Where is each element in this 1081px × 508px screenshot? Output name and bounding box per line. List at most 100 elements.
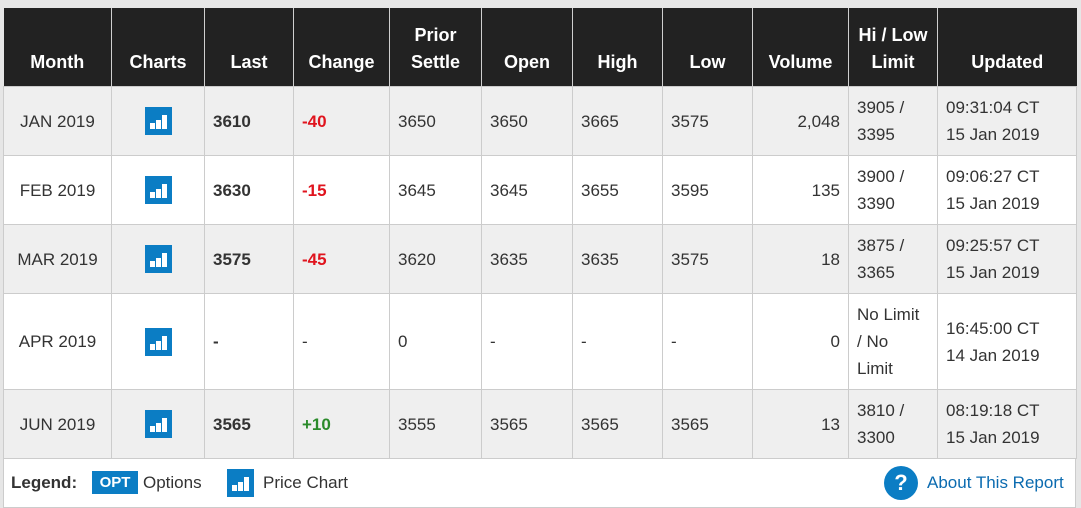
updated-time: 09:06:27 CT — [946, 167, 1040, 186]
bar-chart-icon[interactable] — [144, 410, 172, 439]
cell-high: - — [572, 293, 663, 390]
header-row: Month Charts Last Change Prior Settle Ope… — [3, 8, 1077, 87]
cell-month: FEB 2019 — [3, 155, 112, 225]
options-badge-icon: OPT — [92, 471, 138, 494]
table-row: APR 2019 - - 0 - - - 0 No Limit / No Limit… — [3, 293, 1077, 390]
cell-prior-settle: 3620 — [389, 224, 482, 294]
cell-last: 3630 — [204, 155, 294, 225]
cell-chart — [111, 293, 205, 390]
limit-line1: Hi / Low — [858, 25, 928, 45]
cell-change: -45 — [293, 224, 390, 294]
help-icon[interactable]: ? — [884, 466, 918, 500]
limit-hi: No Limit — [857, 305, 920, 324]
bar-chart-icon[interactable] — [144, 176, 172, 205]
col-header-volume: Volume — [752, 8, 849, 87]
updated-date: 15 Jan 2019 — [946, 194, 1040, 213]
cell-volume: 18 — [752, 224, 849, 294]
col-header-open: Open — [481, 8, 573, 87]
cell-chart — [111, 155, 205, 225]
cell-last: - — [204, 293, 294, 390]
legend-bar: Legend: OPT Options Price Chart ? About … — [3, 459, 1076, 508]
cell-limit: 3875 / 3365 — [848, 224, 938, 294]
updated-time: 09:25:57 CT — [946, 236, 1040, 255]
updated-date: 15 Jan 2019 — [946, 125, 1040, 144]
cell-limit: No Limit / No Limit — [848, 293, 938, 390]
cell-chart — [111, 86, 205, 156]
cell-low: 3575 — [662, 224, 753, 294]
limit-hi: 3875 / — [857, 236, 905, 255]
col-header-high: High — [572, 8, 663, 87]
cell-high: 3565 — [572, 389, 663, 459]
cell-volume: 13 — [752, 389, 849, 459]
cell-last: 3565 — [204, 389, 294, 459]
cell-volume: 0 — [752, 293, 849, 390]
cell-last: 3575 — [204, 224, 294, 294]
cell-change: +10 — [293, 389, 390, 459]
limit-low: 3300 — [857, 428, 895, 447]
limit-hi: 3900 / — [857, 167, 905, 186]
cell-limit: 3905 / 3395 — [848, 86, 938, 156]
cell-low: 3595 — [662, 155, 753, 225]
cell-prior-settle: 0 — [389, 293, 482, 390]
cell-open: 3635 — [481, 224, 573, 294]
cell-volume: 135 — [752, 155, 849, 225]
cell-low: 3575 — [662, 86, 753, 156]
limit-low: Limit — [857, 359, 893, 378]
cell-high: 3665 — [572, 86, 663, 156]
cell-month: APR 2019 — [3, 293, 112, 390]
limit-sep: / No — [857, 332, 889, 351]
cell-updated: 16:45:00 CT 14 Jan 2019 — [937, 293, 1077, 390]
cell-month: MAR 2019 — [3, 224, 112, 294]
limit-low: 3395 — [857, 125, 895, 144]
cell-last: 3610 — [204, 86, 294, 156]
cell-prior-settle: 3555 — [389, 389, 482, 459]
limit-low: 3365 — [857, 263, 895, 282]
col-header-charts: Charts — [111, 8, 205, 87]
cell-month: JUN 2019 — [3, 389, 112, 459]
col-header-limit: Hi / Low Limit — [848, 8, 938, 87]
cell-prior-settle: 3650 — [389, 86, 482, 156]
updated-date: 14 Jan 2019 — [946, 345, 1040, 365]
table-row: FEB 2019 3630 -15 3645 3645 3655 3595 13… — [3, 155, 1077, 225]
cell-limit: 3900 / 3390 — [848, 155, 938, 225]
cell-month: JAN 2019 — [3, 86, 112, 156]
table-row: JUN 2019 3565 +10 3555 3565 3565 3565 13… — [3, 389, 1077, 459]
cell-updated: 09:31:04 CT 15 Jan 2019 — [937, 86, 1077, 156]
cell-open: 3645 — [481, 155, 573, 225]
cell-updated: 09:25:57 CT 15 Jan 2019 — [937, 224, 1077, 294]
updated-time: 16:45:00 CT — [946, 318, 1040, 338]
col-header-prior-settle: Prior Settle — [389, 8, 482, 87]
cell-open: 3565 — [481, 389, 573, 459]
updated-date: 15 Jan 2019 — [946, 428, 1040, 447]
updated-time: 09:31:04 CT — [946, 98, 1040, 117]
cell-updated: 08:19:18 CT 15 Jan 2019 — [937, 389, 1077, 459]
prior-settle-line1: Prior — [414, 25, 457, 45]
limit-hi: 3810 / — [857, 401, 905, 420]
bar-chart-icon[interactable] — [144, 107, 172, 136]
legend-price-chart-label: Price Chart — [263, 473, 349, 492]
futures-quotes-table: Month Charts Last Change Prior Settle Ope… — [3, 8, 1077, 459]
cell-high: 3635 — [572, 224, 663, 294]
quotes-report: Month Charts Last Change Prior Settle Ope… — [3, 8, 1077, 508]
limit-line2: Limit — [871, 52, 915, 72]
cell-volume: 2,048 — [752, 86, 849, 156]
cell-prior-settle: 3645 — [389, 155, 482, 225]
cell-change: -15 — [293, 155, 390, 225]
updated-date: 15 Jan 2019 — [946, 263, 1040, 282]
cell-low: - — [662, 293, 753, 390]
legend-label: Legend: — [11, 473, 78, 492]
cell-high: 3655 — [572, 155, 663, 225]
prior-settle-line2: Settle — [410, 52, 461, 72]
bar-chart-icon — [227, 469, 254, 497]
about-this-report-link[interactable]: About This Report — [927, 473, 1064, 493]
cell-change: - — [293, 293, 390, 390]
updated-time: 08:19:18 CT — [946, 401, 1040, 420]
cell-change: -40 — [293, 86, 390, 156]
cell-chart — [111, 224, 205, 294]
bar-chart-icon[interactable] — [144, 327, 172, 356]
cell-updated: 09:06:27 CT 15 Jan 2019 — [937, 155, 1077, 225]
legend-options-label: Options — [143, 473, 202, 492]
cell-open: - — [481, 293, 573, 390]
bar-chart-icon[interactable] — [144, 245, 172, 274]
col-header-change: Change — [293, 8, 390, 87]
